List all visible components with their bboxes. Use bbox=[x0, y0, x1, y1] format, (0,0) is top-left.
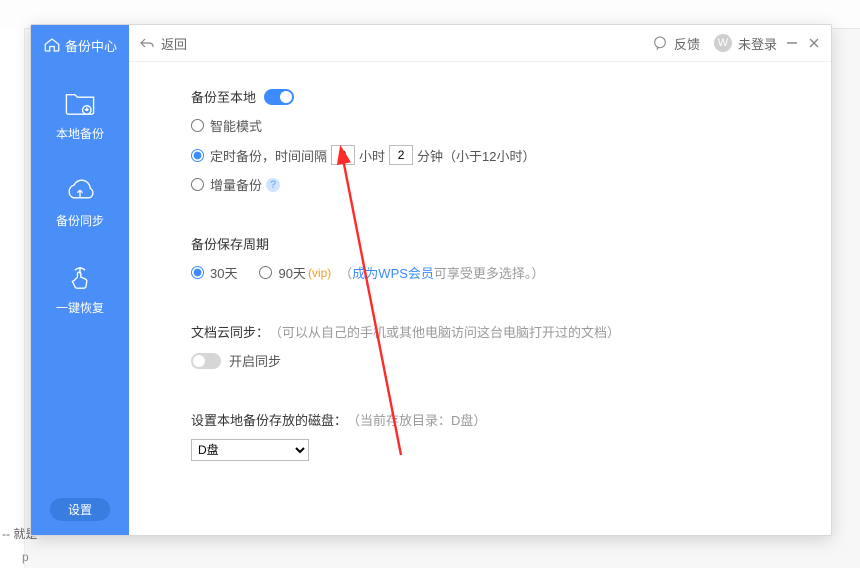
become-member-link[interactable]: 成为WPS会员 bbox=[352, 263, 434, 282]
sidebar-title: 备份中心 bbox=[31, 27, 129, 63]
retention-options-row: 30天 90天 (vip) （ 成为WPS会员 可享受更多选择。） bbox=[191, 263, 831, 282]
sidebar-item-label: 备份同步 bbox=[56, 214, 104, 228]
enable-sync-row: 开启同步 bbox=[191, 351, 831, 370]
help-icon[interactable]: ? bbox=[266, 178, 280, 192]
incremental-backup-radio[interactable] bbox=[191, 178, 204, 191]
cloud-sync-hint: （可以从自己的手机或其他电脑访问这台电脑打开过的文档） bbox=[269, 322, 620, 341]
login-status[interactable]: W 未登录 bbox=[714, 34, 777, 53]
cloud-upload-icon bbox=[63, 176, 97, 206]
interval-hours-input[interactable] bbox=[331, 145, 355, 165]
backup-to-local-toggle[interactable] bbox=[264, 89, 294, 105]
backup-to-local-label: 备份至本地 bbox=[191, 87, 256, 106]
home-icon bbox=[43, 36, 61, 54]
smart-mode-radio[interactable] bbox=[191, 119, 204, 132]
login-label: 未登录 bbox=[738, 34, 777, 53]
sidebar-item-one-click-restore[interactable]: 一键恢复 bbox=[31, 263, 129, 316]
minutes-unit: 分钟（小于12小时） bbox=[417, 146, 535, 165]
disk-select-row: D盘 bbox=[191, 439, 831, 461]
sidebar-item-label: 本地备份 bbox=[56, 127, 104, 141]
vip-marker: (vip) bbox=[308, 266, 331, 280]
sidebar-item-label: 一键恢复 bbox=[56, 301, 104, 315]
feedback-label: 反馈 bbox=[674, 34, 700, 53]
backup-center-dialog: 备份中心 本地备份 备份同步 一键恢复 设置 bbox=[30, 24, 832, 536]
feedback-button[interactable]: 反馈 bbox=[652, 34, 700, 53]
dialog-header: 返回 反馈 W 未登录 bbox=[129, 25, 831, 62]
avatar-icon: W bbox=[714, 34, 732, 52]
sidebar-item-local-backup[interactable]: 本地备份 bbox=[31, 89, 129, 142]
timed-backup-row: 定时备份，时间间隔 小时 分钟（小于12小时） bbox=[191, 145, 831, 165]
enable-sync-toggle[interactable] bbox=[191, 353, 221, 369]
incremental-backup-label: 增量备份 bbox=[210, 175, 262, 194]
disk-title: 设置本地备份存放的磁盘： bbox=[191, 410, 347, 429]
sidebar: 备份中心 本地备份 备份同步 一键恢复 设置 bbox=[31, 25, 129, 535]
sidebar-settings-button[interactable]: 设置 bbox=[31, 498, 129, 521]
incremental-backup-row: 增量备份 ? bbox=[191, 175, 831, 194]
retention-30-radio[interactable] bbox=[191, 266, 204, 279]
smart-mode-label: 智能模式 bbox=[210, 116, 262, 135]
timed-backup-prefix: 定时备份，时间间隔 bbox=[210, 146, 327, 165]
chat-bubble-icon bbox=[652, 35, 668, 51]
timed-backup-radio[interactable] bbox=[191, 149, 204, 162]
backup-to-local-row: 备份至本地 bbox=[191, 87, 831, 106]
back-button[interactable]: 返回 bbox=[139, 34, 187, 53]
sidebar-item-backup-sync[interactable]: 备份同步 bbox=[31, 176, 129, 229]
back-label: 返回 bbox=[161, 34, 187, 53]
minimize-icon bbox=[785, 36, 799, 50]
minimize-button[interactable] bbox=[785, 36, 799, 50]
cloud-sync-title: 文档云同步： bbox=[191, 322, 269, 341]
sidebar-title-text: 备份中心 bbox=[65, 36, 117, 55]
sidebar-settings-label: 设置 bbox=[50, 498, 110, 521]
retention-30-label: 30天 bbox=[210, 263, 237, 282]
hours-unit: 小时 bbox=[359, 146, 385, 165]
retention-90-label: 90天 bbox=[278, 263, 305, 282]
interval-minutes-input[interactable] bbox=[389, 145, 413, 165]
return-arrow-icon bbox=[139, 36, 155, 50]
retention-hint-suffix: 可享受更多选择。） bbox=[434, 263, 545, 282]
disk-title-row: 设置本地备份存放的磁盘： （当前存放目录：D盘） bbox=[191, 410, 831, 429]
retention-hint-prefix: （ bbox=[339, 263, 352, 282]
left-ruler-placeholder bbox=[0, 28, 25, 568]
settings-content: 备份至本地 智能模式 定时备份，时间间隔 小时 分钟（小于12小时） 增量备份 … bbox=[129, 61, 831, 535]
tap-hand-icon bbox=[63, 263, 97, 293]
folder-download-icon bbox=[63, 89, 97, 119]
close-button[interactable] bbox=[807, 36, 821, 50]
cloud-sync-title-row: 文档云同步： （可以从自己的手机或其他电脑访问这台电脑打开过的文档） bbox=[191, 322, 831, 341]
enable-sync-label: 开启同步 bbox=[229, 351, 281, 370]
status-element-tag: p bbox=[22, 550, 29, 564]
disk-hint: （当前存放目录：D盘） bbox=[347, 410, 486, 429]
smart-mode-row: 智能模式 bbox=[191, 116, 831, 135]
close-icon bbox=[807, 36, 821, 50]
retention-90-radio[interactable] bbox=[259, 266, 272, 279]
retention-title: 备份保存周期 bbox=[191, 234, 831, 253]
disk-select[interactable]: D盘 bbox=[191, 439, 309, 461]
